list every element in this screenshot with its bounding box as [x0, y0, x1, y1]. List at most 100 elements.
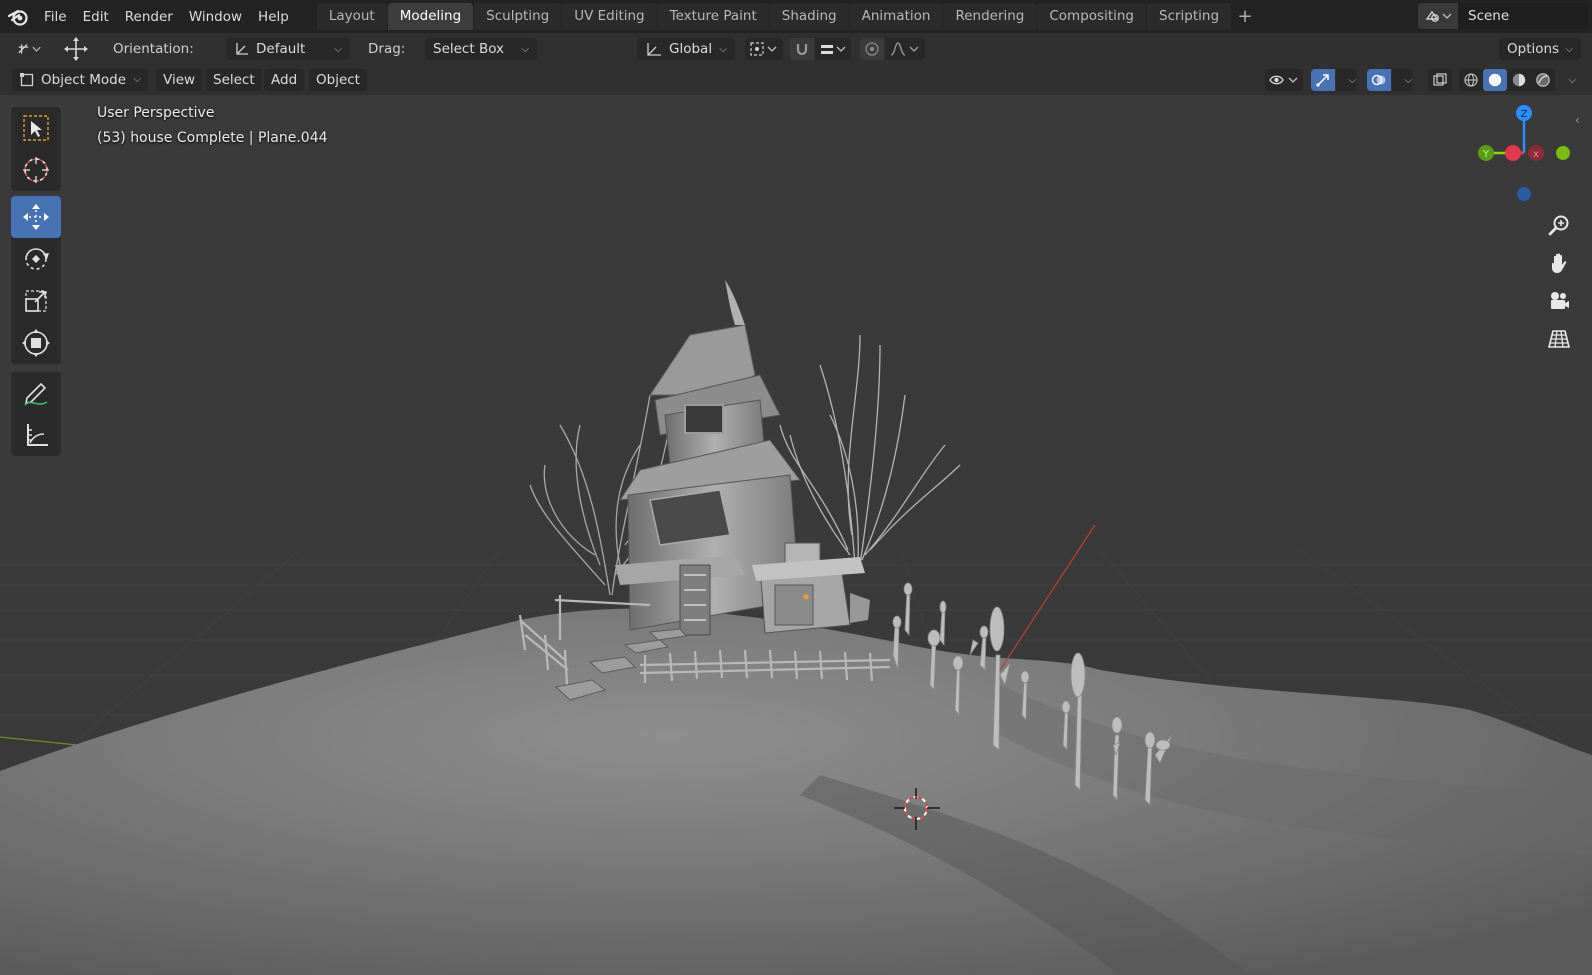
cursor-icon [23, 157, 49, 183]
chevron-down-icon: ⌵ [1348, 74, 1356, 86]
chevron-down-icon: ⌵ [719, 43, 727, 55]
annotate-tool-button[interactable] [11, 372, 61, 414]
show-gizmo-button[interactable] [1311, 69, 1335, 91]
zoom-button[interactable] [1541, 207, 1577, 243]
scene-icon [1425, 10, 1452, 22]
tab-sculpting[interactable]: Sculpting [474, 3, 562, 30]
toolbar-annotate-group [11, 372, 61, 456]
tab-layout[interactable]: Layout [316, 3, 387, 30]
snap-target-dropdown[interactable] [815, 38, 851, 60]
solid-sphere-icon [1488, 73, 1502, 87]
rotate-icon [25, 248, 49, 270]
menu-edit[interactable]: Edit [75, 4, 117, 30]
pivot-point-button[interactable] [745, 38, 783, 60]
grid-perspective-icon [1547, 330, 1571, 348]
orientation-value: Default [256, 41, 306, 57]
menu-file[interactable]: File [36, 4, 75, 30]
menu-view[interactable]: View [156, 69, 203, 91]
add-workspace-button[interactable]: + [1232, 3, 1258, 30]
proportional-editing-button[interactable] [860, 38, 884, 60]
visibility-selectability-dropdown[interactable] [1265, 69, 1303, 91]
tab-scripting[interactable]: Scripting [1147, 3, 1232, 30]
shading-mode-group [1459, 69, 1555, 91]
pivot-point-icon [750, 42, 777, 56]
proportional-edit-icon [865, 42, 879, 56]
object-mode-icon [20, 73, 34, 87]
chevron-down-icon: ⌵ [133, 74, 141, 85]
x-axis-icon[interactable] [1505, 145, 1521, 161]
orientation-label: Orientation: [113, 41, 194, 57]
rendered-shading-button[interactable] [1531, 69, 1555, 91]
scale-tool-button[interactable] [11, 280, 61, 322]
gizmo-options-dropdown[interactable]: ⌵ [1336, 69, 1356, 91]
wireframe-shading-button[interactable] [1459, 69, 1483, 91]
move-tool-button[interactable] [11, 196, 61, 238]
drag-dropdown[interactable]: Select Box ⌵ [425, 38, 537, 60]
solid-shading-button[interactable] [1483, 69, 1507, 91]
blender-logo-icon[interactable] [0, 0, 36, 33]
sidebar-toggle-icon[interactable]: ‹ [1575, 113, 1580, 127]
menu-render[interactable]: Render [117, 4, 181, 30]
top-menubar: File Edit Render Window Help Layout Mode… [0, 0, 1592, 33]
camera-view-button[interactable] [1541, 283, 1577, 319]
tab-rendering[interactable]: Rendering [943, 3, 1037, 30]
3d-viewport[interactable]: User Perspective (53) house Complete | P… [0, 95, 1592, 975]
pencil-icon [24, 382, 48, 406]
scene-browse-button[interactable] [1418, 3, 1458, 29]
cursor-tool-button[interactable] [11, 149, 61, 191]
scene-name-field[interactable]: Scene [1458, 3, 1588, 29]
select-box-tool-button[interactable] [11, 107, 61, 149]
wireframe-sphere-icon [1464, 73, 1478, 87]
move-icon [23, 204, 49, 230]
object-mode-label: Object Mode [41, 72, 127, 88]
menu-window[interactable]: Window [181, 4, 250, 30]
editor-type-button[interactable] [12, 38, 48, 60]
object-mode-dropdown[interactable]: Object Mode ⌵ [12, 69, 148, 91]
shading-options-dropdown[interactable]: ⌵ [1556, 69, 1576, 91]
hand-icon [1552, 253, 1567, 273]
options-dropdown[interactable]: Options ⌵ [1499, 38, 1581, 60]
menu-object[interactable]: Object [309, 69, 367, 91]
transform-icon [22, 329, 50, 357]
gizmo-icon [1316, 74, 1329, 87]
pan-button[interactable] [1541, 245, 1577, 281]
measure-tool-button[interactable] [11, 414, 61, 456]
options-label: Options [1507, 41, 1560, 57]
neg-z-axis-icon[interactable] [1517, 187, 1531, 201]
menu-select[interactable]: Select [206, 69, 262, 91]
transform-tool-button[interactable] [11, 322, 61, 364]
rotate-tool-button[interactable] [11, 238, 61, 280]
falloff-dropdown[interactable] [885, 38, 925, 60]
neg-y-axis-icon[interactable] [1556, 146, 1570, 160]
editor-type-icon [18, 43, 41, 54]
transform-orientation-dropdown[interactable]: Global ⌵ [637, 38, 735, 60]
tab-modeling[interactable]: Modeling [387, 3, 474, 30]
active-object-info: (53) house Complete | Plane.044 [97, 130, 328, 146]
orientation-dropdown[interactable]: Default ⌵ [226, 38, 350, 60]
camera-icon [1551, 292, 1569, 309]
transform-orientation-value: Global [669, 41, 713, 57]
snap-toggle-button[interactable] [790, 38, 814, 60]
select-box-icon [23, 115, 49, 141]
xray-toggle-button[interactable] [1428, 69, 1452, 91]
tab-texture-paint[interactable]: Texture Paint [657, 3, 769, 30]
xray-icon [1433, 73, 1447, 86]
drag-label: Drag: [368, 41, 406, 57]
overlays-options-dropdown[interactable]: ⌵ [1392, 69, 1412, 91]
material-sphere-icon [1512, 73, 1526, 87]
tool-settings-bar: Orientation: Default ⌵ Drag: Select Box … [0, 33, 1592, 65]
tab-compositing[interactable]: Compositing [1037, 3, 1146, 30]
navigation-gizmo[interactable]: x Y Z [1466, 103, 1576, 213]
tab-uv-editing[interactable]: UV Editing [562, 3, 657, 30]
snap-increment-icon [821, 45, 846, 54]
viewport-scene [0, 95, 1592, 975]
tab-shading[interactable]: Shading [769, 3, 849, 30]
menu-add[interactable]: Add [264, 69, 305, 91]
menu-help[interactable]: Help [250, 4, 297, 30]
show-overlays-button[interactable] [1367, 69, 1391, 91]
tab-animation[interactable]: Animation [849, 3, 943, 30]
gizmo-neg-x-label: x [1533, 149, 1539, 160]
perspective-toggle-button[interactable] [1541, 321, 1577, 357]
material-preview-button[interactable] [1507, 69, 1531, 91]
drag-value: Select Box [433, 41, 505, 57]
